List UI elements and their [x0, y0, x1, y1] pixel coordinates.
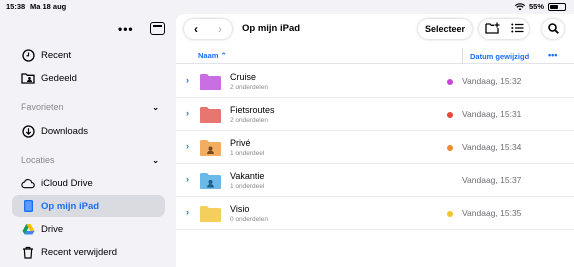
navigation-buttons: ‹ › — [184, 19, 232, 39]
sidebar-item-label: Gedeeld — [41, 72, 77, 84]
download-icon — [21, 124, 35, 138]
trash-icon — [21, 245, 35, 259]
search-icon — [547, 22, 559, 36]
file-name: Visio — [230, 204, 250, 214]
expand-chevron-icon[interactable]: › — [186, 207, 189, 217]
file-item-count: 1 onderdeel — [230, 150, 265, 157]
tag-dot — [447, 79, 453, 85]
sidebar-item-label: Drive — [41, 223, 64, 235]
chevron-down-icon[interactable]: ⌄ — [152, 156, 159, 165]
status-bar: 15:38 Ma 18 aug 55% — [0, 0, 574, 14]
chevron-down-icon[interactable]: ⌄ — [152, 103, 159, 112]
file-row[interactable]: › Visio 0 onderdelen Vandaag, 15:35 — [176, 197, 574, 230]
new-folder-icon[interactable] — [484, 22, 500, 36]
battery-percent: 55% — [528, 2, 544, 11]
status-right: 55% — [514, 2, 566, 11]
sidebar-item-label: Op mijn iPad — [41, 200, 100, 212]
sidebar-item-downloads[interactable]: Downloads — [12, 120, 165, 142]
battery-fill — [550, 4, 558, 9]
sidebar-item-label: Recent — [41, 49, 72, 61]
file-row[interactable]: › Fietsroutes 2 onderdelen Vandaag, 15:31 — [176, 98, 574, 131]
column-date-header[interactable]: Datum gewijzigd — [462, 48, 529, 64]
folder-icon — [200, 107, 221, 123]
file-name: Vakantie — [230, 171, 265, 181]
file-row[interactable]: › Privé 1 onderdeel Vandaag, 15:34 — [176, 131, 574, 164]
folder-icon — [200, 140, 221, 156]
status-time: 15:38 — [6, 2, 26, 11]
search-button[interactable] — [542, 19, 564, 39]
file-row[interactable]: › Vakantie 1 onderdeel Vandaag, 15:37 — [176, 164, 574, 197]
file-date: Vandaag, 15:34 — [462, 142, 522, 152]
sort-ascending-icon: ⌃ — [220, 51, 227, 60]
list-view-icon[interactable] — [510, 23, 524, 35]
section-title: Locaties — [21, 155, 55, 165]
page-title: Op mijn iPad — [242, 23, 301, 34]
shared-folder-icon — [21, 71, 35, 85]
file-date: Vandaag, 15:37 — [462, 175, 522, 185]
forward-chevron-icon[interactable]: › — [208, 19, 232, 39]
column-options-icon[interactable]: ••• — [548, 50, 557, 60]
clock-icon — [21, 48, 35, 62]
sidebar-item-icloud-drive[interactable]: iCloud Drive — [12, 172, 165, 194]
folder-icon — [200, 173, 221, 189]
select-button[interactable]: Selecteer — [418, 19, 472, 39]
wifi-icon — [514, 2, 525, 10]
file-row[interactable]: › Cruise 2 onderdelen Vandaag, 15:32 — [176, 65, 574, 98]
file-date: Vandaag, 15:35 — [462, 208, 522, 218]
google-drive-icon — [21, 222, 35, 236]
sidebar-item-shared[interactable]: Gedeeld — [12, 67, 165, 89]
column-name-label: Naam — [198, 51, 219, 60]
cloud-icon — [21, 176, 35, 190]
file-item-count: 2 onderdelen — [230, 84, 268, 91]
status-date: Ma 18 aug — [30, 2, 67, 11]
column-header: Naam ⌃ Datum gewijzigd ••• — [176, 48, 574, 64]
expand-chevron-icon[interactable]: › — [186, 108, 189, 118]
sidebar-item-on-my-ipad[interactable]: Op mijn iPad — [12, 195, 165, 217]
expand-chevron-icon[interactable]: › — [186, 141, 189, 151]
section-title: Favorieten — [21, 102, 64, 112]
sidebar: ••• Recent Gedeeld Favorieten ⌄ Download… — [0, 14, 175, 267]
column-name-header[interactable]: Naam ⌃ — [198, 51, 227, 60]
expand-chevron-icon[interactable]: › — [186, 174, 189, 184]
tag-dot — [447, 211, 453, 217]
battery-icon — [548, 2, 566, 11]
section-header-locations[interactable]: Locaties ⌄ — [21, 155, 159, 165]
sidebar-item-drive[interactable]: Drive — [12, 218, 165, 240]
sidebar-item-recent[interactable]: Recent — [12, 44, 165, 66]
section-header-favorites[interactable]: Favorieten ⌄ — [21, 102, 159, 112]
sidebar-item-label: Downloads — [41, 125, 88, 137]
expand-chevron-icon[interactable]: › — [186, 75, 189, 85]
sidebar-item-recently-deleted[interactable]: Recent verwijderd — [12, 241, 165, 263]
sidebar-item-label: iCloud Drive — [41, 177, 93, 189]
file-name: Privé — [230, 138, 251, 148]
tag-dot — [447, 112, 453, 118]
sidebar-item-label: Recent verwijderd — [41, 246, 118, 258]
sidebar-toggle-icon[interactable] — [150, 22, 165, 35]
main-pane: ‹ › Op mijn iPad Selecteer Naam ⌃ Datum … — [176, 14, 574, 267]
toolbar: ‹ › Op mijn iPad Selecteer — [176, 14, 574, 42]
toolbar-button-group — [479, 19, 529, 39]
folder-icon — [200, 74, 221, 90]
back-chevron-icon[interactable]: ‹ — [184, 19, 208, 39]
file-name: Fietsroutes — [230, 105, 275, 115]
file-date: Vandaag, 15:31 — [462, 109, 522, 119]
ipad-icon — [21, 199, 35, 213]
file-item-count: 1 onderdeel — [230, 183, 265, 190]
file-name: Cruise — [230, 72, 257, 82]
sidebar-top-bar: ••• — [0, 18, 175, 42]
file-item-count: 2 onderdelen — [230, 117, 268, 124]
file-date: Vandaag, 15:32 — [462, 76, 522, 86]
tag-dot — [447, 145, 453, 151]
folder-icon — [200, 206, 221, 222]
file-item-count: 0 onderdelen — [230, 216, 268, 223]
more-icon[interactable]: ••• — [118, 22, 134, 36]
